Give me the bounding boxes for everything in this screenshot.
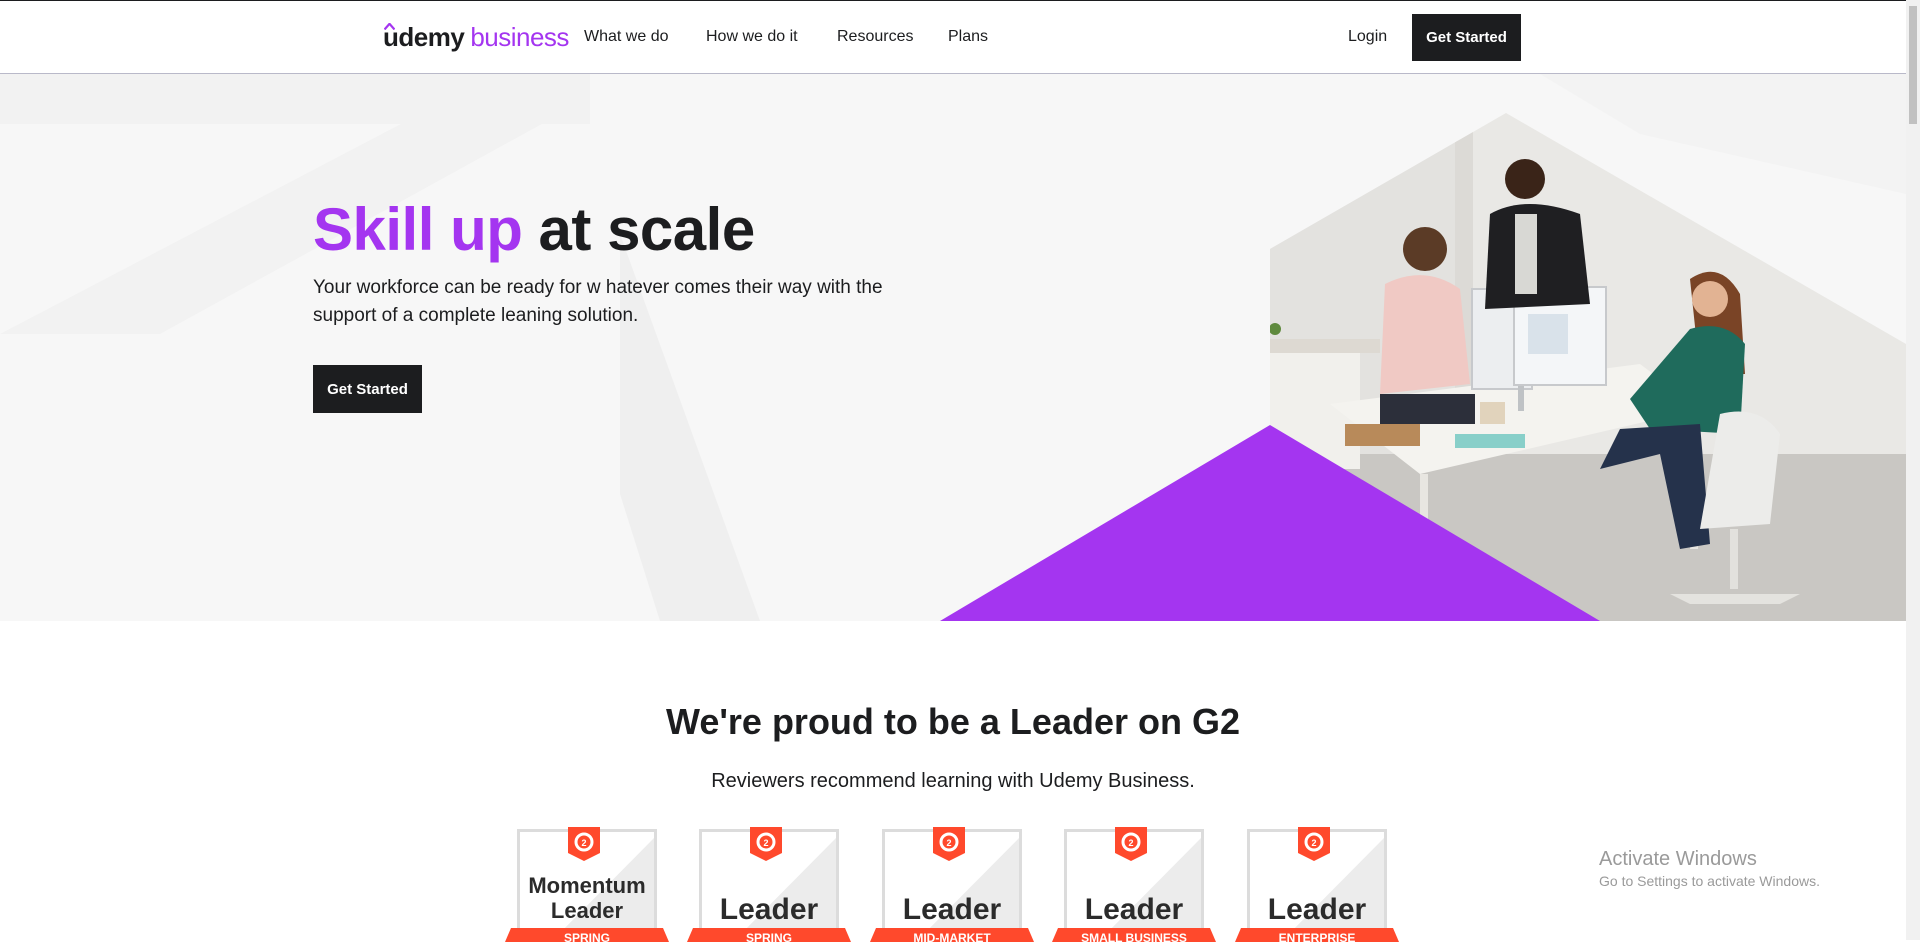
g2-badge-leader-enterprise: 2 Leader Enterprise bbox=[1235, 827, 1399, 942]
nav-what-we-do[interactable]: What we do bbox=[584, 25, 668, 49]
logo-product: business bbox=[470, 22, 569, 52]
badge-title-line2: Leader bbox=[550, 898, 624, 923]
login-link[interactable]: Login bbox=[1348, 25, 1387, 49]
office-team-photo bbox=[940, 113, 1906, 621]
g2-section-subtitle: Reviewers recommend learning with Udemy … bbox=[711, 770, 1195, 792]
g2-logo-icon: 2 bbox=[1115, 827, 1147, 861]
nav-resources[interactable]: Resources bbox=[837, 25, 913, 49]
page-scrollbar[interactable] bbox=[1906, 0, 1920, 940]
svg-text:2: 2 bbox=[763, 838, 768, 848]
logo-brand: udemy bbox=[383, 22, 465, 52]
svg-text:2: 2 bbox=[946, 838, 951, 848]
nav-how-we-do-it[interactable]: How we do it bbox=[706, 25, 798, 49]
badge-title-line1: Leader bbox=[719, 893, 819, 926]
badge-title-line1: Leader bbox=[1267, 893, 1367, 926]
udemy-business-logo[interactable]: udemy business bbox=[383, 20, 569, 54]
badge-title-line1: Leader bbox=[902, 893, 1002, 926]
g2-logo-icon: 2 bbox=[933, 827, 965, 861]
logo-cap-icon bbox=[384, 23, 395, 30]
g2-logo-icon: 2 bbox=[750, 827, 782, 861]
site-header: udemy business What we do How we do it Re… bbox=[0, 1, 1906, 74]
badge-title-line1: Leader bbox=[1084, 893, 1184, 926]
g2-badge-leader-mid-market: 2 Leader Mid-Market bbox=[870, 827, 1034, 942]
activate-windows-watermark: Activate Windows Go to Settings to activ… bbox=[1599, 847, 1820, 891]
g2-badge-leader-small-business: 2 Leader Small Business bbox=[1052, 827, 1216, 942]
watermark-line2: Go to Settings to activate Windows. bbox=[1599, 873, 1820, 889]
g2-badge-momentum-leader: 2 Momentum Leader SPRING bbox=[505, 827, 669, 942]
svg-text:2: 2 bbox=[581, 838, 586, 848]
g2-section-title: We're proud to be a Leader on G2 bbox=[666, 701, 1240, 742]
g2-badge-leader-spring: 2 Leader SPRING bbox=[687, 827, 851, 942]
g2-logo-icon: 2 bbox=[1298, 827, 1330, 861]
nav-plans[interactable]: Plans bbox=[948, 25, 988, 49]
hero-section: Skill up at scale Your workforce can be … bbox=[0, 74, 1906, 621]
badge-title-line1: Momentum bbox=[528, 873, 646, 898]
svg-text:2: 2 bbox=[1311, 838, 1316, 848]
svg-text:2: 2 bbox=[1128, 838, 1133, 848]
g2-logo-icon: 2 bbox=[568, 827, 600, 861]
watermark-line1: Activate Windows bbox=[1599, 848, 1757, 870]
scrollbar-thumb[interactable] bbox=[1909, 6, 1917, 124]
header-get-started-button[interactable]: Get Started bbox=[1412, 14, 1521, 61]
